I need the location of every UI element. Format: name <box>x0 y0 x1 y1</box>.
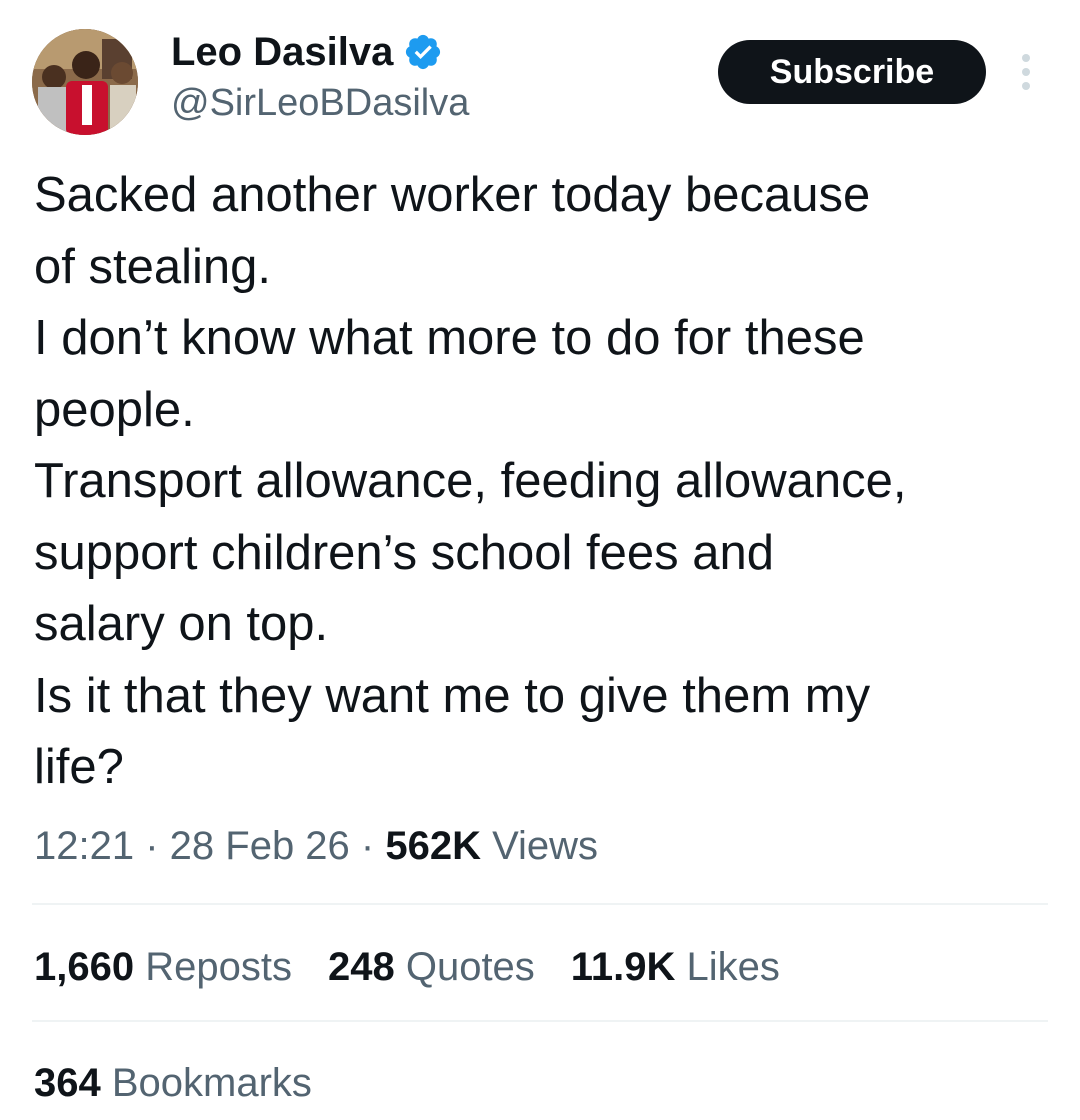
author-display-name[interactable]: Leo Dasilva <box>171 30 393 75</box>
meta-separator: · <box>134 824 170 868</box>
verified-badge-icon <box>403 32 443 72</box>
quotes-stat[interactable]: 248 Quotes <box>328 940 535 994</box>
likes-stat[interactable]: 11.9K Likes <box>571 940 780 994</box>
avatar[interactable] <box>32 29 138 135</box>
likes-label: Likes <box>675 945 780 989</box>
tweet-text-line: Sacked another worker today because <box>34 168 871 222</box>
views-label[interactable]: Views <box>481 824 598 868</box>
tweet-meta: 12:21 · 28 Feb 26 · 562K Views <box>34 818 598 874</box>
meta-separator: · <box>349 824 386 868</box>
quotes-label: Quotes <box>394 945 535 989</box>
tweet-header: Leo Dasilva @SirLeoBDasilva Subscribe <box>0 0 1080 150</box>
tweet-text-line: I don’t know what more to do for these <box>34 311 865 365</box>
tweet-text-line: support children’s school fees and <box>34 525 775 580</box>
tweet-text-line: Transport allowance, feeding allowance, <box>34 454 907 508</box>
reposts-stat[interactable]: 1,660 Reposts <box>34 940 292 994</box>
more-options-button[interactable] <box>1006 50 1046 94</box>
tweet-text-line: salary on top. <box>34 597 329 651</box>
tweet-date[interactable]: 28 Feb 26 <box>170 824 350 868</box>
engagement-stats: 1,660 Reposts 248 Quotes 11.9K Likes <box>34 940 816 994</box>
tweet-text-line: life? <box>34 740 124 794</box>
tweet-text-line: people. <box>34 382 195 437</box>
tweet-time[interactable]: 12:21 <box>34 824 134 868</box>
quotes-count: 248 <box>327 945 395 989</box>
bookmarks-stat-inner: 364 Bookmarks <box>34 1056 312 1110</box>
reposts-label: Reposts <box>134 945 292 989</box>
author-handle[interactable]: @SirLeoBDasilva <box>171 82 469 125</box>
more-vertical-icon <box>1022 54 1030 90</box>
tweet-text: Sacked another worker today because of s… <box>34 160 1064 804</box>
views-count[interactable]: 562K <box>385 824 481 868</box>
likes-count: 11.9K <box>570 945 676 989</box>
bookmarks-label: Bookmarks <box>100 1061 312 1105</box>
tweet-text-line: Is it that they want me to give them my <box>34 668 871 723</box>
tweet-text-line: of stealing. <box>34 239 271 294</box>
profile-photo-icon <box>32 29 138 135</box>
author-name-row[interactable]: Leo Dasilva <box>171 26 443 78</box>
subscribe-button[interactable]: Subscribe <box>718 40 986 104</box>
reposts-count: 1,660 <box>34 945 135 989</box>
divider <box>32 1020 1048 1022</box>
bookmarks-stat[interactable]: 364 Bookmarks <box>34 1056 312 1110</box>
divider <box>32 903 1048 905</box>
bookmarks-count: 364 <box>34 1061 101 1105</box>
